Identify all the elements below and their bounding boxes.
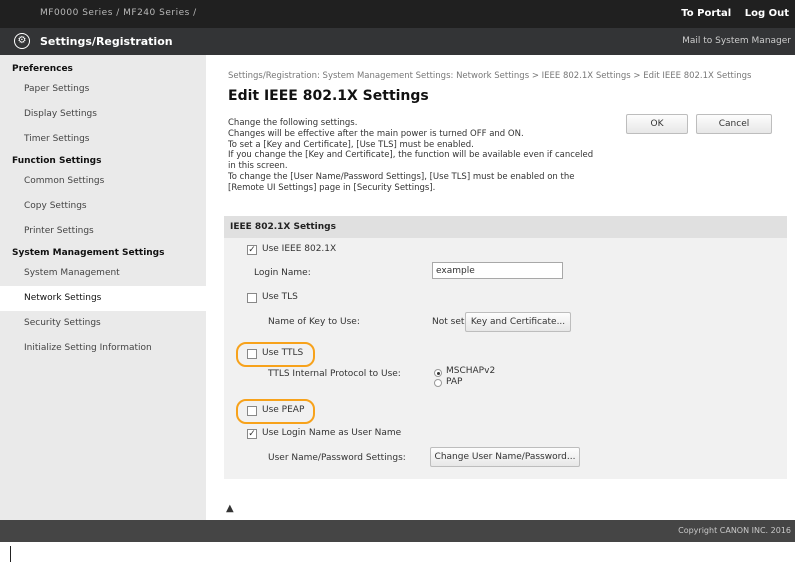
ieee-settings-panel: IEEE 802.1X Settings ✓ Use IEEE 802.1X L… [224,216,787,479]
use-peap-checkbox[interactable] [247,406,257,416]
sidebar-item-timer-settings[interactable]: Timer Settings [0,127,206,152]
key-name-value: Not set [432,317,465,327]
description-line: To set a [Key and Certificate], [Use TLS… [228,139,474,150]
description-line: in this screen. [228,161,288,172]
app-title: Settings/Registration [40,35,173,48]
use-peap-label: Use PEAP [262,405,305,415]
use-login-name-checkbox[interactable]: ✓ [247,429,257,439]
change-user-name-password-button[interactable]: Change User Name/Password... [430,447,580,467]
bottom-area [0,542,795,566]
description: Change the following settings. Changes w… [228,118,628,194]
back-to-top-icon[interactable]: ▲ [226,503,234,514]
userpass-settings-label: User Name/Password Settings: [268,453,406,463]
sidebar-item-display-settings[interactable]: Display Settings [0,102,206,127]
footer: Copyright CANON INC. 2016 [0,520,795,542]
radio-pap[interactable] [434,379,442,387]
sidebar-item-system-management[interactable]: System Management [0,261,206,286]
page-title: Edit IEEE 802.1X Settings [228,88,429,104]
key-name-label: Name of Key to Use: [268,317,360,327]
description-line: Change the following settings. [228,118,358,128]
sidebar-item-printer-settings[interactable]: Printer Settings [0,219,206,244]
use-login-name-label: Use Login Name as User Name [262,428,402,438]
copyright-text: Copyright CANON INC. 2016 [678,526,791,535]
product-name: MF0000 Series / MF240 Series / [40,8,197,18]
to-portal-link[interactable]: To Portal [681,8,731,19]
use-ieee-label: Use IEEE 802.1X [262,244,337,254]
key-and-certificate-button[interactable]: Key and Certificate... [465,312,571,332]
panel-header: IEEE 802.1X Settings [224,216,787,238]
sidebar-section-function-settings: Function Settings [12,156,102,166]
use-ieee-checkbox[interactable]: ✓ [247,245,257,255]
title-bar: ⚙ Settings/Registration Mail to System M… [0,28,795,55]
use-ttls-label: Use TTLS [262,348,304,358]
description-line: [Remote UI Settings] page in [Security S… [228,182,436,193]
description-line: Changes will be effective after the main… [228,128,524,139]
description-line: To change the [User Name/Password Settin… [228,171,575,182]
text-cursor [10,546,11,562]
settings-gear-icon: ⚙ [14,33,30,49]
sidebar-section-system-management-settings: System Management Settings [12,248,165,258]
option-pap-label: PAP [446,377,463,387]
sidebar: Preferences Paper Settings Display Setti… [0,55,206,520]
sidebar-section-preferences: Preferences [12,64,73,74]
top-bar: MF0000 Series / MF240 Series / To Portal… [0,0,795,28]
breadcrumb: Settings/Registration: System Management… [228,71,752,81]
top-links: To Portal Log Out [671,8,789,19]
sidebar-item-common-settings[interactable]: Common Settings [0,169,206,194]
sidebar-item-security-settings[interactable]: Security Settings [0,311,206,336]
ttls-protocol-label: TTLS Internal Protocol to Use: [268,369,401,379]
description-line: If you change the [Key and Certificate],… [228,150,594,161]
main-content: Settings/Registration: System Management… [216,55,795,520]
sidebar-item-network-settings[interactable]: Network Settings [0,286,206,311]
sidebar-item-paper-settings[interactable]: Paper Settings [0,77,206,102]
sidebar-item-copy-settings[interactable]: Copy Settings [0,194,206,219]
mail-to-system-manager-link[interactable]: Mail to System Manager [682,36,791,46]
cancel-button[interactable]: Cancel [696,114,772,134]
ok-button[interactable]: OK [626,114,688,134]
sidebar-item-initialize-setting-information[interactable]: Initialize Setting Information [0,336,206,361]
use-ttls-checkbox[interactable] [247,349,257,359]
use-tls-label: Use TLS [262,292,298,302]
login-name-label: Login Name: [254,268,311,278]
use-tls-checkbox[interactable] [247,293,257,303]
login-name-input[interactable]: example [432,262,563,279]
option-mschapv2-label: MSCHAPv2 [446,366,496,376]
radio-mschapv2[interactable] [434,369,442,377]
log-out-link[interactable]: Log Out [745,8,789,19]
